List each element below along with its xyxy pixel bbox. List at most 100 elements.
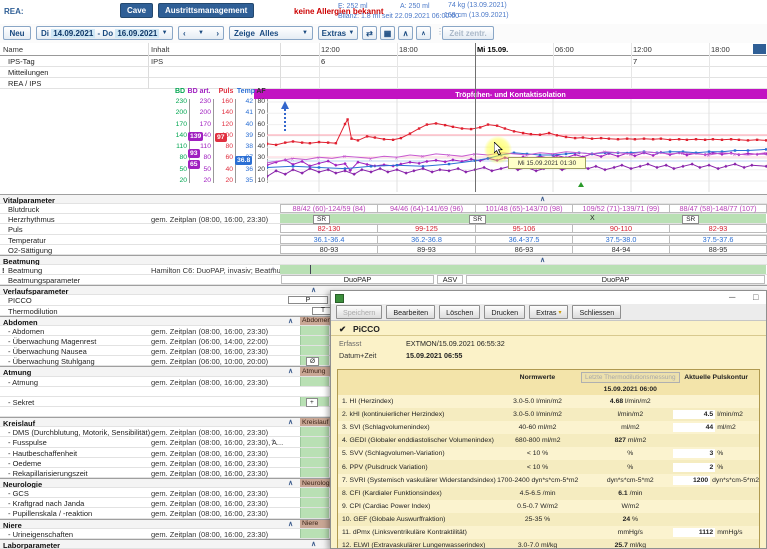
maximize-icon[interactable]: □ (753, 292, 758, 302)
vital-value-cell[interactable]: 82-130 (280, 224, 378, 233)
schedule-cell[interactable] (300, 437, 329, 446)
vital-value-cell[interactable]: 95-106 (475, 224, 573, 233)
collapse-chevron-icon[interactable]: ∧ (311, 286, 316, 294)
date-range-picker[interactable]: Di 14.09.2021 - Do 16.09.2021 ▼ (36, 26, 173, 40)
expand-plus-icon[interactable]: + (271, 266, 275, 273)
schedule-cell[interactable] (300, 468, 329, 477)
parameter-row[interactable]: O2-Sättigung80-9389-9386-9384-9488-95 (0, 245, 767, 255)
collapse-small-icon-button[interactable]: ∧ (416, 26, 431, 40)
pulskontur-input[interactable]: 4.5 (673, 410, 715, 419)
neu-button[interactable]: Neu (3, 26, 31, 40)
date-to-field[interactable]: 16.09.2021 (115, 29, 159, 38)
extras-select[interactable]: Extras ▼ (318, 26, 358, 40)
collapse-chevron-icon[interactable]: ∧ (540, 195, 545, 203)
vital-value-cell[interactable]: 88/42 (60)-124/59 (84) (280, 204, 378, 213)
collapse-icon-button[interactable]: ∧ (398, 26, 413, 40)
section-row[interactable]: Vitalparameter∧ (0, 194, 767, 204)
schedule-cell[interactable] (300, 488, 329, 497)
ventilation-bar[interactable] (280, 265, 766, 274)
collapse-chevron-icon[interactable]: ∧ (540, 256, 545, 264)
rhythm-badge[interactable]: SR (682, 215, 699, 224)
parameter-row[interactable]: Herzrhythmusgem. Zeitplan (08:00, 16:00,… (0, 214, 767, 224)
vital-value-cell[interactable]: 36.4-37.5 (475, 235, 573, 244)
schedule-cell[interactable] (300, 498, 329, 507)
schedule-badge[interactable]: + (306, 398, 318, 407)
vital-value-cell[interactable]: 94/46 (64)-141/69 (96) (377, 204, 476, 213)
zeige-select[interactable]: Zeige Alles ▼ (229, 26, 313, 40)
axis-tick: 10 (245, 177, 265, 184)
vital-value-cell[interactable]: 84-94 (572, 245, 670, 254)
vital-value-cell[interactable]: 101/48 (65)-143/70 (98) (475, 204, 573, 213)
dialog-titlebar[interactable]: ─ □ (331, 291, 766, 305)
vital-value-cell[interactable]: 37.5-37.6 (669, 235, 767, 244)
nav-drop-icon[interactable]: ▼ (198, 30, 204, 36)
extras-button[interactable]: Extras▾ (529, 305, 568, 319)
collapse-chevron-icon[interactable]: ∧ (311, 540, 316, 548)
vital-value-cell[interactable]: 37.5-38.0 (572, 235, 670, 244)
section-row[interactable]: Beatmung∧ (0, 255, 767, 265)
schedule-cell[interactable] (300, 508, 329, 517)
schedule-cell[interactable] (300, 458, 329, 467)
minimize-icon[interactable]: ─ (729, 292, 735, 302)
vital-value-cell[interactable]: 89-93 (377, 245, 476, 254)
schedule-cell[interactable] (300, 377, 329, 386)
measurement-marker-box[interactable]: P (288, 296, 328, 304)
schedule-cell[interactable] (300, 448, 329, 457)
pulskontur-input[interactable]: 44 (673, 423, 715, 432)
vital-value-cell[interactable]: 80-93 (280, 245, 378, 254)
bearbeiten-button[interactable]: Bearbeiten (386, 305, 435, 319)
grid-icon-button[interactable]: ▦ (380, 26, 395, 40)
schedule-cell[interactable] (300, 529, 329, 538)
schedule-badge[interactable]: Ø (306, 357, 319, 366)
ventilation-mode-box[interactable]: DuoPAP (466, 275, 765, 284)
collapse-chevron-icon[interactable]: ∧ (288, 520, 293, 528)
ips-row[interactable]: Mitteilungen (0, 67, 767, 78)
datum-zeit-value[interactable]: 15.09.2021 06:55 (406, 351, 462, 360)
parameter-row[interactable]: Blutdruck88/42 (60)-124/59 (84)94/46 (64… (0, 204, 767, 214)
pulskontur-input[interactable]: 2 (673, 463, 715, 472)
expand-plus-icon[interactable]: + (271, 438, 275, 445)
calendar-dropdown-icon[interactable]: ▼ (162, 30, 168, 36)
pulskontur-input[interactable]: 1112 (673, 528, 715, 537)
schedule-cell[interactable] (300, 336, 329, 345)
row-name: PICCO (8, 296, 32, 305)
pulskontur-input[interactable]: 3 (673, 449, 715, 458)
schedule-cell[interactable] (300, 346, 329, 355)
rhythm-badge[interactable]: SR (469, 215, 486, 224)
nav-back-icon[interactable]: ‹ (183, 29, 186, 38)
vital-value-cell[interactable]: 109/52 (71)-139/71 (99) (572, 204, 670, 213)
vital-value-cell[interactable]: 88/47 (58)-148/77 (107) (669, 204, 767, 213)
parameter-row[interactable]: Beatmung!Hamilton C6: DuoPAP, invasiv; B… (0, 265, 767, 275)
lschen-button[interactable]: Löschen (439, 305, 480, 319)
shuffle-icon-button[interactable]: ⇄ (362, 26, 377, 40)
ips-row[interactable]: REA / IPS (0, 78, 767, 89)
vital-value-cell[interactable]: 82-93 (669, 224, 767, 233)
collapse-chevron-icon[interactable]: ∧ (288, 418, 293, 426)
parameter-row[interactable]: Temperatur36.1-36.436.2-36.836.4-37.537.… (0, 235, 767, 245)
vital-value-cell[interactable]: 90-110 (572, 224, 670, 233)
vital-value-cell[interactable]: 86-93 (475, 245, 573, 254)
ips-row[interactable]: IPS-TagIPS67 (0, 56, 767, 67)
parameter-row[interactable]: BeatmungsparameterDuoPAPASVDuoPAP (0, 275, 767, 285)
vital-value-cell[interactable]: 36.1-36.4 (280, 235, 378, 244)
schedule-cell[interactable] (300, 326, 329, 335)
vitals-chart-plot[interactable]: xxxxxxxxxxxxxxxxxxxx (267, 99, 767, 192)
vital-value-cell[interactable]: 88-95 (669, 245, 767, 254)
vital-value-cell[interactable]: 99-125 (377, 224, 476, 233)
vital-value-cell[interactable]: 36.2-36.8 (377, 235, 476, 244)
parameter-row[interactable]: Puls82-13099-12595-10690-11082-93 (0, 224, 767, 234)
schedule-cell[interactable] (300, 427, 329, 436)
rhythm-badge[interactable]: SR (313, 215, 330, 224)
drucken-button[interactable]: Drucken (484, 305, 525, 319)
nav-forward-icon[interactable]: › (216, 29, 219, 38)
collapse-chevron-icon[interactable]: ∧ (288, 479, 293, 487)
ventilation-mode-box[interactable]: ASV (437, 275, 463, 284)
collapse-chevron-icon[interactable]: ∧ (288, 317, 293, 325)
schliessen-button[interactable]: Schliessen (572, 305, 621, 319)
cave-button[interactable]: Cave (120, 3, 153, 18)
date-from-field[interactable]: 14.09.2021 (51, 29, 95, 38)
pulskontur-input[interactable]: 1200 (673, 476, 710, 485)
ventilation-mode-box[interactable]: DuoPAP (281, 275, 434, 284)
collapse-chevron-icon[interactable]: ∧ (288, 367, 293, 375)
austrittsmanagement-button[interactable]: Austrittsmanagement (158, 3, 254, 18)
